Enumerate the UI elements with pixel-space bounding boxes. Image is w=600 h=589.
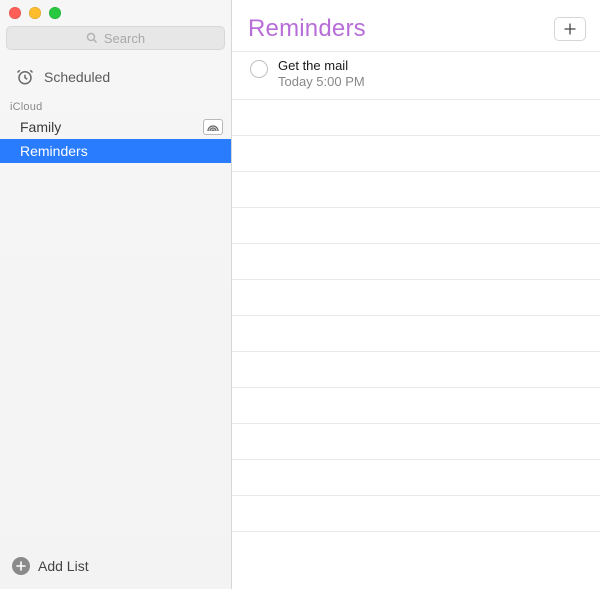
- plus-circle-icon: [12, 557, 30, 575]
- empty-row[interactable]: [232, 172, 600, 208]
- empty-row[interactable]: [232, 460, 600, 496]
- sidebar-list-row[interactable]: Family: [0, 115, 231, 139]
- main-header: Reminders: [232, 0, 600, 49]
- empty-row[interactable]: [232, 244, 600, 280]
- search-icon: [86, 32, 98, 44]
- reminder-title: Get the mail: [278, 58, 365, 74]
- reminders-app: Search Scheduled iCloud Family Reminders …: [0, 0, 600, 589]
- window-controls: [0, 0, 231, 25]
- reminder-row[interactable]: Get the mailToday 5:00 PM: [232, 51, 600, 100]
- main-pane: Reminders Get the mailToday 5:00 PM: [232, 0, 600, 589]
- list-title: Reminders: [248, 15, 366, 43]
- shared-list-icon: [203, 119, 223, 135]
- empty-row[interactable]: [232, 424, 600, 460]
- add-reminder-button[interactable]: [554, 17, 586, 41]
- sidebar-list-label: Family: [20, 119, 61, 135]
- empty-row[interactable]: [232, 352, 600, 388]
- empty-row[interactable]: [232, 496, 600, 532]
- search-placeholder: Search: [104, 31, 145, 46]
- reminder-text: Get the mailToday 5:00 PM: [278, 58, 365, 91]
- reminder-list: Get the mailToday 5:00 PM: [232, 49, 600, 589]
- minimize-window-button[interactable]: [29, 7, 41, 19]
- empty-row[interactable]: [232, 208, 600, 244]
- empty-row[interactable]: [232, 100, 600, 136]
- plus-icon: [564, 23, 576, 35]
- reminder-checkbox[interactable]: [250, 60, 268, 78]
- empty-row[interactable]: [232, 388, 600, 424]
- reminder-due: Today 5:00 PM: [278, 74, 365, 90]
- empty-row[interactable]: [232, 280, 600, 316]
- add-list-label: Add List: [38, 558, 89, 574]
- sidebar-list-label: Reminders: [20, 143, 88, 159]
- close-window-button[interactable]: [9, 7, 21, 19]
- alarm-clock-icon: [16, 68, 34, 86]
- maximize-window-button[interactable]: [49, 7, 61, 19]
- sidebar: Search Scheduled iCloud FamilyReminders …: [0, 0, 232, 589]
- add-list-button[interactable]: Add List: [0, 547, 231, 589]
- scheduled-label: Scheduled: [44, 69, 110, 85]
- empty-row[interactable]: [232, 316, 600, 352]
- sidebar-section-header: iCloud: [0, 98, 231, 115]
- sidebar-list-row[interactable]: Reminders: [0, 139, 231, 163]
- search-input[interactable]: Search: [6, 26, 225, 50]
- search-wrap: Search: [0, 25, 231, 56]
- sidebar-lists: Family Reminders: [0, 115, 231, 163]
- scheduled-row[interactable]: Scheduled: [0, 56, 231, 98]
- empty-row[interactable]: [232, 136, 600, 172]
